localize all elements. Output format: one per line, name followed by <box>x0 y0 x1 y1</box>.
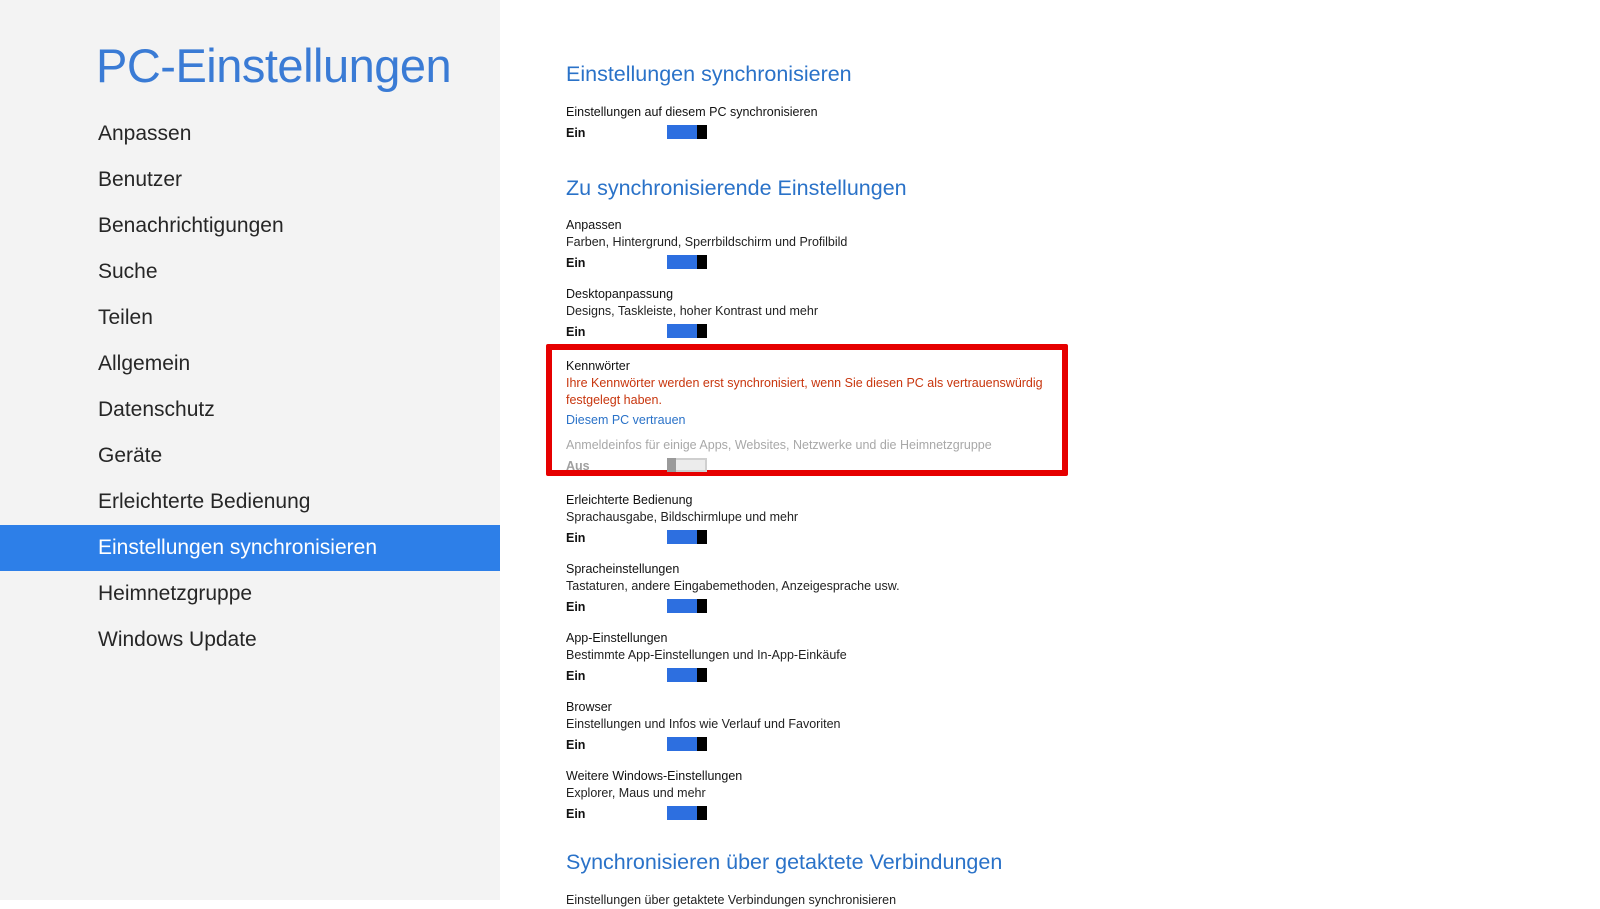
sidebar-item-allgemein[interactable]: Allgemein <box>0 341 500 387</box>
setting-name: Erleichterte Bedienung <box>566 493 693 507</box>
setting-toggle-row: Ein <box>566 737 1066 757</box>
toggle-state-label: Ein <box>566 325 586 339</box>
browser-toggle[interactable] <box>667 737 707 751</box>
toggle-thumb <box>697 599 707 613</box>
sidebar-item-anpassen[interactable]: Anpassen <box>0 111 500 157</box>
toggle-thumb <box>697 806 707 820</box>
anpassen-toggle[interactable] <box>667 255 707 269</box>
sidebar-item-windows-update[interactable]: Windows Update <box>0 617 500 663</box>
setting-browser: Browser Einstellungen und Infos wie Verl… <box>566 699 1066 757</box>
section-title-settings-to-sync: Zu synchronisierende Einstellungen <box>566 176 907 200</box>
sidebar-item-erleichterte-bedienung[interactable]: Erleichterte Bedienung <box>0 479 500 525</box>
sidebar-item-teilen[interactable]: Teilen <box>0 295 500 341</box>
sidebar-item-suche[interactable]: Suche <box>0 249 500 295</box>
sidebar-item-heimnetzgruppe[interactable]: Heimnetzgruppe <box>0 571 500 617</box>
toggle-state-label: Ein <box>566 600 586 614</box>
sidebar-nav: Anpassen Benutzer Benachrichtigungen Suc… <box>0 111 500 663</box>
toggle-state-label: Aus <box>566 459 590 473</box>
setting-description: Sprachausgabe, Bildschirmlupe und mehr <box>566 510 799 524</box>
sidebar-item-geraete[interactable]: Geräte <box>0 433 500 479</box>
app-einstellungen-toggle[interactable] <box>667 668 707 682</box>
setting-weitere-windows-einstellungen: Weitere Windows-Einstellungen Explorer, … <box>566 768 1066 826</box>
setting-description: Farben, Hintergrund, Sperrbildschirm und… <box>566 235 848 249</box>
sidebar-item-benachrichtigungen[interactable]: Benachrichtigungen <box>0 203 500 249</box>
sidebar-item-einstellungen-synchronisieren[interactable]: Einstellungen synchronisieren <box>0 525 500 571</box>
toggle-state-label: Ein <box>566 126 586 140</box>
setting-description: Designs, Taskleiste, hoher Kontrast und … <box>566 304 818 318</box>
setting-description: Bestimmte App-Einstellungen und In-App-E… <box>566 648 847 662</box>
setting-toggle-row: Ein <box>566 530 1066 550</box>
toggle-state-label: Ein <box>566 807 586 821</box>
weitere-windows-einstellungen-toggle[interactable] <box>667 806 707 820</box>
setting-toggle-row: Ein <box>566 806 1066 826</box>
trust-this-pc-link[interactable]: Diesem PC vertrauen <box>566 412 686 429</box>
toggle-thumb <box>697 125 707 139</box>
setting-name: Anpassen <box>566 218 622 232</box>
setting-toggle-row: Aus <box>566 458 1056 478</box>
setting-description: Einstellungen und Infos wie Verlauf und … <box>566 717 841 731</box>
setting-name: Browser <box>566 700 612 714</box>
setting-description: Anmeldeinfos für einige Apps, Websites, … <box>566 438 992 452</box>
setting-app-einstellungen: App-Einstellungen Bestimmte App-Einstell… <box>566 630 1066 688</box>
setting-description: Tastaturen, andere Eingabemethoden, Anze… <box>566 579 900 593</box>
setting-description: Explorer, Maus und mehr <box>566 786 706 800</box>
passwords-warning: Ihre Kennwörter werden erst synchronisie… <box>566 376 1043 407</box>
sync-this-pc-toggle[interactable] <box>667 125 707 139</box>
toggle-thumb <box>697 737 707 751</box>
sidebar: PC-Einstellungen Anpassen Benutzer Benac… <box>0 0 500 900</box>
setting-toggle-row: Ein <box>566 125 1066 145</box>
sidebar-item-benutzer[interactable]: Benutzer <box>0 157 500 203</box>
passwords-toggle <box>667 458 707 472</box>
setting-name: Desktopanpassung <box>566 287 674 301</box>
setting-toggle-row: Ein <box>566 255 1066 275</box>
toggle-thumb <box>697 530 707 544</box>
erleichterte-bedienung-toggle[interactable] <box>667 530 707 544</box>
setting-name: Spracheinstellungen <box>566 562 680 576</box>
section-title-metered: Synchronisieren über getaktete Verbindun… <box>566 850 1003 874</box>
toggle-state-label: Ein <box>566 669 586 683</box>
setting-name: Kennwörter <box>566 359 630 373</box>
toggle-thumb <box>667 458 676 472</box>
setting-toggle-row: Ein <box>566 324 1066 344</box>
toggle-thumb <box>697 324 707 338</box>
metered-setting-name: Einstellungen über getaktete Verbindunge… <box>566 893 897 907</box>
setting-spracheinstellungen: Spracheinstellungen Tastaturen, andere E… <box>566 561 1066 619</box>
setting-sync-this-pc: Einstellungen auf diesem PC synchronisie… <box>566 104 1066 145</box>
setting-erleichterte-bedienung: Erleichterte Bedienung Sprachausgabe, Bi… <box>566 492 1066 550</box>
sidebar-item-datenschutz[interactable]: Datenschutz <box>0 387 500 433</box>
desktopanpassung-toggle[interactable] <box>667 324 707 338</box>
setting-toggle-row: Ein <box>566 599 1066 619</box>
setting-anpassen: Anpassen Farben, Hintergrund, Sperrbilds… <box>566 217 1066 275</box>
setting-kennwoerter: Kennwörter Ihre Kennwörter werden erst s… <box>566 358 1056 478</box>
toggle-state-label: Ein <box>566 531 586 545</box>
spracheinstellungen-toggle[interactable] <box>667 599 707 613</box>
toggle-thumb <box>697 255 707 269</box>
toggle-state-label: Ein <box>566 738 586 752</box>
toggle-thumb <box>697 668 707 682</box>
setting-name: Weitere Windows-Einstellungen <box>566 769 743 783</box>
section-title-sync: Einstellungen synchronisieren <box>566 62 852 86</box>
setting-desktopanpassung: Desktopanpassung Designs, Taskleiste, ho… <box>566 286 1066 344</box>
app-title: PC-Einstellungen <box>96 39 452 92</box>
setting-name: App-Einstellungen <box>566 631 668 645</box>
toggle-state-label: Ein <box>566 256 586 270</box>
setting-name: Einstellungen auf diesem PC synchronisie… <box>566 105 818 119</box>
setting-toggle-row: Ein <box>566 668 1066 688</box>
